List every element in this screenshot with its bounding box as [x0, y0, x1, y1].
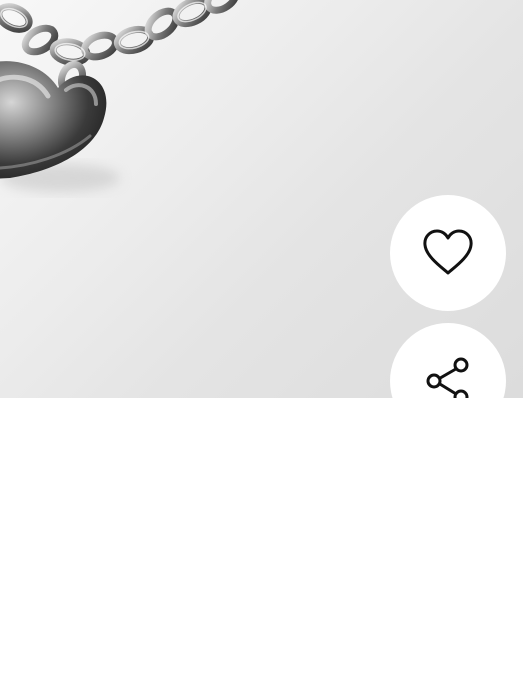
like-button[interactable]: [390, 195, 506, 311]
product-page: [0, 0, 523, 681]
heart-outline-icon: [423, 229, 473, 275]
share-icon: [426, 357, 469, 398]
content-area: [0, 398, 523, 681]
